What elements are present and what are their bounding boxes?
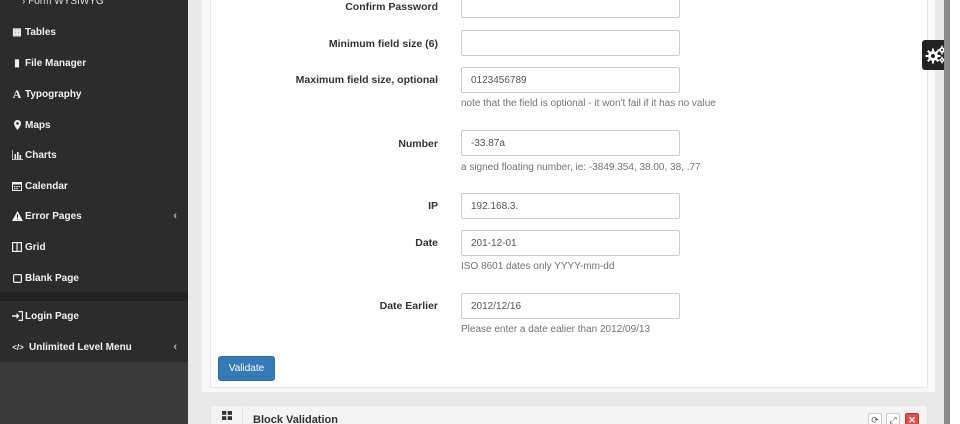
number-input[interactable] (461, 130, 680, 156)
sidebar-item-charts[interactable]: Charts (0, 140, 188, 170)
blank-page-icon (11, 273, 23, 283)
block-validation-header: Block Validation ⟳ ⤢ ✕ (210, 405, 928, 424)
sidebar-item-login-page[interactable]: Login Page (0, 301, 188, 331)
table-icon: ▦ (12, 26, 22, 38)
sidebar-footer-area (0, 362, 188, 424)
sidebar: › Form WYSIWYG ▦ Tables ▮ File Manager A… (0, 0, 188, 424)
code-icon: </> (12, 342, 24, 352)
map-marker-icon (11, 120, 23, 130)
sidebar-item-label: Maps (25, 119, 51, 131)
field-label: Date (415, 237, 438, 249)
sidebar-item-label: Grid (25, 241, 46, 253)
field-label: Minimum field size (6) (328, 38, 438, 50)
content-gutter (188, 0, 198, 424)
field-label: Date Earlier (379, 300, 438, 312)
sidebar-item-grid[interactable]: Grid (0, 232, 188, 262)
sidebar-item-blank-page[interactable]: Blank Page (0, 263, 188, 293)
sidebar-item-error-pages[interactable]: Error Pages ‹ (0, 201, 188, 231)
sidebar-item-calendar[interactable]: Calendar (0, 171, 188, 201)
date-earlier-input[interactable] (461, 293, 680, 319)
minimum-size-input[interactable] (461, 30, 680, 56)
sidebar-item-label: File Manager (25, 57, 87, 69)
bar-chart-icon (11, 150, 23, 160)
ip-input[interactable] (461, 193, 680, 219)
grid-icon (11, 242, 23, 252)
calendar-icon (11, 181, 23, 191)
sidebar-item-label: Error Pages (25, 210, 82, 222)
sidebar-item-label: Charts (25, 149, 57, 161)
field-help-text: a signed floating number, ie: -3849.354,… (461, 162, 701, 173)
sidebar-item-file-manager[interactable]: ▮ File Manager (0, 48, 188, 78)
warning-icon (11, 211, 23, 221)
sidebar-item-label: Calendar (25, 180, 68, 192)
file-icon: ▮ (14, 57, 20, 69)
field-label: Maximum field size, optional (295, 74, 438, 86)
sidebar-item-maps[interactable]: Maps (0, 110, 188, 140)
maximum-size-input[interactable] (461, 67, 680, 93)
sidebar-subitem-form-wysiwyg[interactable]: › Form WYSIWYG (0, 0, 188, 11)
block-title: Block Validation (253, 414, 338, 424)
date-input[interactable] (461, 230, 680, 256)
validation-form: Confirm Password Minimum field size (6) … (210, 0, 928, 388)
sidebar-item-unlimited-level-menu[interactable]: </> Unlimited Level Menu ‹ (0, 332, 188, 362)
field-help-text: ISO 8601 dates only YYYY-mm-dd (461, 261, 615, 272)
field-label: Confirm Password (345, 1, 438, 13)
sidebar-item-label: Login Page (25, 310, 79, 322)
sidebar-item-label: Blank Page (25, 272, 79, 284)
sidebar-separator (0, 292, 188, 301)
field-label: Number (398, 138, 438, 150)
refresh-icon[interactable]: ⟳ (868, 413, 882, 424)
th-large-icon (211, 406, 243, 424)
sign-in-icon (11, 311, 23, 321)
chevron-left-icon: ‹ (173, 210, 177, 222)
validate-button[interactable]: Validate (218, 356, 275, 381)
typography-icon: A (12, 86, 22, 101)
expand-icon[interactable]: ⤢ (886, 413, 900, 424)
sidebar-item-label: Typography (25, 88, 82, 100)
chevron-left-icon: ‹ (173, 341, 177, 353)
field-label: IP (428, 200, 438, 212)
sidebar-item-typography[interactable]: A Typography (0, 79, 188, 109)
confirm-password-input[interactable] (461, 0, 680, 18)
sidebar-item-label: Unlimited Level Menu (29, 341, 132, 353)
close-icon[interactable]: ✕ (905, 413, 919, 424)
sidebar-item-label: Tables (25, 26, 56, 38)
field-help-text: note that the field is optional - it won… (461, 98, 716, 109)
window-edge (950, 0, 960, 424)
sidebar-item-tables[interactable]: ▦ Tables (0, 17, 188, 47)
field-help-text: Please enter a date ealier than 2012/09/… (461, 324, 651, 335)
